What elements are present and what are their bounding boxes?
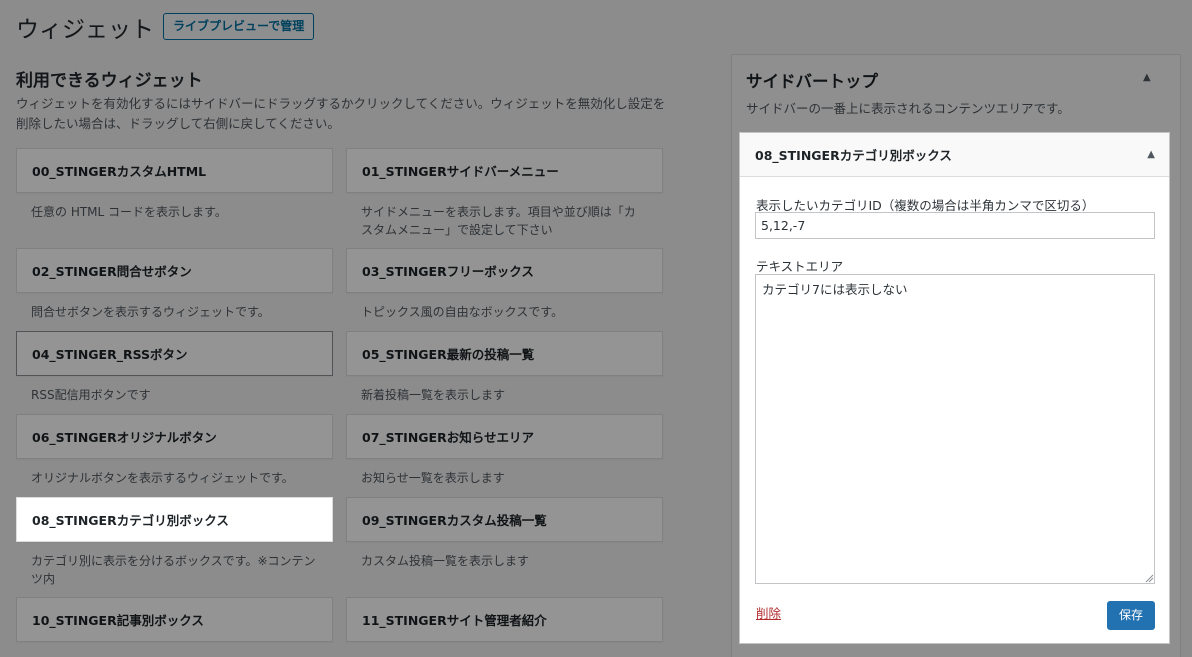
sidebar-title: サイドバートップ — [746, 72, 878, 91]
widget-description: カスタム投稿一覧を表示します — [361, 554, 530, 568]
widget-card[interactable]: 04_STINGER_RSSボタン — [16, 331, 333, 376]
widget-description: カテゴリ別に表示を分けるボックスです。※コンテンツ内 — [31, 554, 316, 586]
widget-card[interactable]: 03_STINGERフリーボックス — [346, 248, 663, 293]
widget-description: RSS配信用ボタンです — [31, 388, 151, 402]
widget-card[interactable]: 11_STINGERサイト管理者紹介 — [346, 597, 663, 642]
widget-card-active[interactable]: 08_STINGERカテゴリ別ボックス — [16, 497, 333, 542]
widget-description: オリジナルボタンを表示するウィジェットです。 — [31, 471, 294, 485]
widget-title: 10_STINGER記事別ボックス — [32, 613, 204, 628]
open-widget-panel: 08_STINGERカテゴリ別ボックス ▲ 表示したいカテゴリID（複数の場合は… — [739, 132, 1170, 644]
widget-title: 04_STINGER_RSSボタン — [32, 347, 188, 362]
widget-title: 06_STINGERオリジナルボタン — [32, 430, 217, 445]
widget-description: 新着投稿一覧を表示します — [361, 388, 506, 402]
widget-card[interactable]: 06_STINGERオリジナルボタン — [16, 414, 333, 459]
category-id-input[interactable] — [755, 212, 1155, 239]
widget-description: 任意の HTML コードを表示します。 — [31, 205, 227, 219]
textarea-label: テキストエリア — [756, 259, 844, 274]
widget-title: 01_STINGERサイドバーメニュー — [362, 164, 559, 179]
widget-title: 09_STINGERカスタム投稿一覧 — [362, 513, 547, 528]
widget-title: 11_STINGERサイト管理者紹介 — [362, 613, 547, 628]
widget-description: お知らせ一覧を表示します — [361, 471, 505, 485]
widget-card[interactable]: 07_STINGERお知らせエリア — [346, 414, 663, 459]
resize-handle-icon[interactable] — [1144, 573, 1154, 583]
widget-card[interactable]: 02_STINGER問合せボタン — [16, 248, 333, 293]
widget-title: 08_STINGERカテゴリ別ボックス — [32, 513, 229, 528]
widget-card[interactable]: 01_STINGERサイドバーメニュー — [346, 148, 663, 193]
collapse-arrow-icon[interactable]: ▲ — [1147, 149, 1155, 160]
text-area-field[interactable]: カテゴリ7には表示しない — [755, 274, 1155, 584]
sidebar-toggle-icon[interactable]: ▲ — [1143, 72, 1151, 83]
widget-description: 問合せボタンを表示するウィジェットです。 — [31, 305, 270, 319]
widget-card[interactable]: 10_STINGER記事別ボックス — [16, 597, 333, 642]
open-widget-header[interactable]: 08_STINGERカテゴリ別ボックス ▲ — [740, 133, 1169, 177]
manage-live-preview-button[interactable]: ライブプレビューで管理 — [163, 13, 315, 40]
widget-title: 05_STINGER最新の投稿一覧 — [362, 347, 535, 362]
page-title: ウィジェット — [16, 17, 154, 43]
delete-link[interactable]: 削除 — [756, 603, 781, 622]
widget-description: サイドメニューを表示します。項目や並び順は「カスタムメニュー」で設定して下さい — [361, 205, 636, 237]
widget-title: 07_STINGERお知らせエリア — [362, 430, 534, 445]
available-widgets-title: 利用できるウィジェット — [16, 71, 203, 91]
sidebar-description: サイドバーの一番上に表示されるコンテンツエリアです。 — [746, 101, 1070, 116]
widget-description: トピックス風の自由なボックスです。 — [361, 305, 564, 319]
save-button[interactable]: 保存 — [1107, 601, 1155, 630]
widget-title: 03_STINGERフリーボックス — [362, 264, 534, 279]
widget-card[interactable]: 00_STINGERカスタムHTML — [16, 148, 333, 193]
widget-title: 00_STINGERカスタムHTML — [32, 164, 207, 179]
open-widget-title: 08_STINGERカテゴリ別ボックス — [755, 148, 952, 163]
widget-title: 02_STINGER問合せボタン — [32, 264, 192, 279]
widget-card[interactable]: 09_STINGERカスタム投稿一覧 — [346, 497, 663, 542]
available-widgets-description: ウィジェットを有効化するにはサイドバーにドラッグするかクリックしてください。ウィ… — [16, 96, 666, 131]
widget-card[interactable]: 05_STINGER最新の投稿一覧 — [346, 331, 663, 376]
